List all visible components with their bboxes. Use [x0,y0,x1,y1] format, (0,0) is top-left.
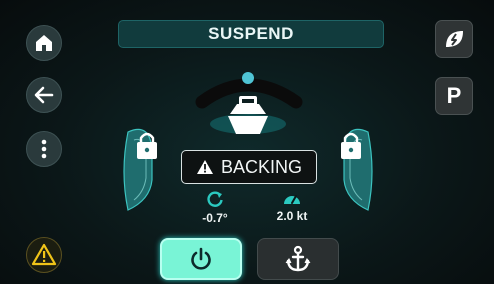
more-options-button[interactable] [26,131,62,167]
speed-readout: 2.0 kt [266,190,318,223]
back-button[interactable] [26,77,62,113]
park-label: P [446,83,462,108]
boat-diagram [123,72,373,211]
rotation-icon [207,191,223,207]
rotation-value: -0.7° [202,211,228,225]
heading-indicator [242,72,254,84]
anchor-button[interactable] [257,238,339,280]
home-button[interactable] [26,25,62,61]
drive-status-label: BACKING [220,156,303,177]
mode-title-bar: SUSPEND [118,20,384,48]
more-vert-icon [41,139,47,159]
mode-title: SUSPEND [208,24,294,43]
home-icon [36,35,52,51]
warning-icon [31,243,57,266]
alert-button[interactable] [26,237,62,273]
left-thruster [123,128,153,211]
eco-leaf-icon [446,31,463,47]
park-button[interactable]: P [435,77,473,115]
warning-icon [196,160,213,174]
back-arrow-icon [34,86,54,104]
speed-value: 2.0 kt [276,209,308,223]
eco-mode-button[interactable] [435,20,473,58]
rotation-readout: -0.7° [196,190,234,225]
speedometer-icon [284,195,300,204]
power-button[interactable] [160,238,242,280]
anchor-icon [285,245,311,272]
power-icon [191,247,211,270]
helm-screen: SUSPEND P BACKING -0.7° 2.0 kt [0,0,494,284]
drive-status-box: BACKING [181,150,317,184]
